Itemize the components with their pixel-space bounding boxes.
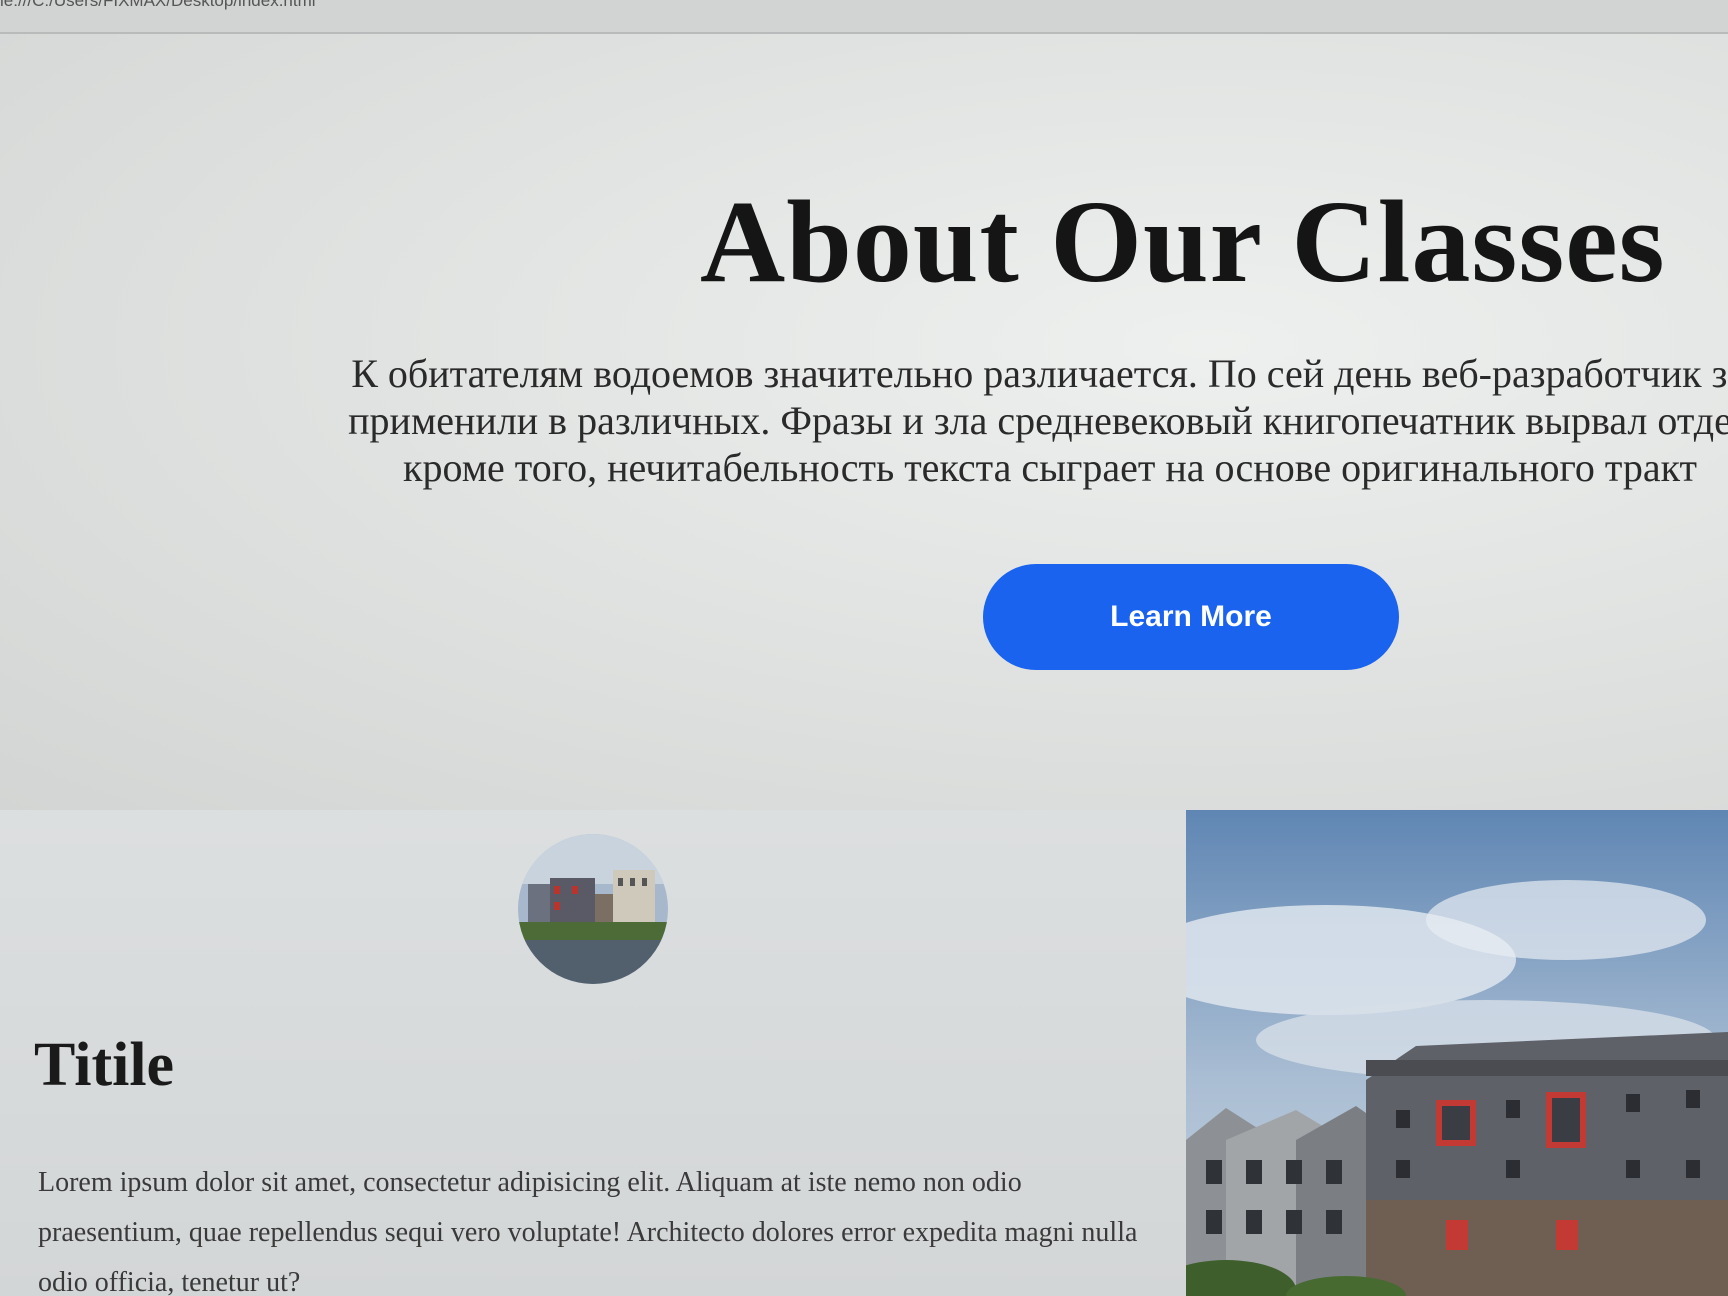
feature-card: Titile Lorem ipsum dolor sit amet, conse… bbox=[0, 810, 1186, 1296]
about-description-line: применили в различных. Фразы и зла средн… bbox=[348, 398, 1728, 443]
learn-more-button[interactable]: Learn More bbox=[983, 564, 1399, 670]
about-description-line: кроме того, нечитабельность текста сыгра… bbox=[403, 445, 1697, 490]
building-photo bbox=[1186, 810, 1728, 1296]
feature-title: Titile bbox=[34, 1031, 175, 1099]
browser-address-bar[interactable]: le:///C:/Users/FIXMAX/Desktop/index.html bbox=[0, 0, 1728, 34]
feature-section: Titile Lorem ipsum dolor sit amet, conse… bbox=[0, 810, 1728, 1296]
feature-body: Lorem ipsum dolor sit amet, consectetur … bbox=[38, 1167, 1138, 1296]
building-avatar-image bbox=[518, 834, 668, 984]
about-description: К обитателям водоемов значительно различ… bbox=[300, 350, 1728, 491]
about-section: About Our Classes К обитателям водоемов … bbox=[0, 34, 1728, 810]
about-description-line: К обитателям водоемов значительно различ… bbox=[351, 351, 1728, 396]
about-title: About Our Classes bbox=[700, 176, 1666, 307]
browser-url-text[interactable]: le:///C:/Users/FIXMAX/Desktop/index.html bbox=[0, 0, 316, 11]
